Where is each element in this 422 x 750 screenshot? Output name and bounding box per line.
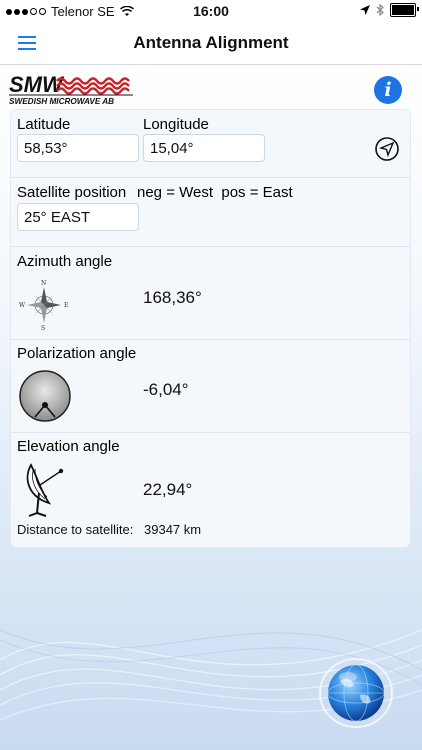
- polarization-value: -6,04°: [143, 380, 189, 399]
- satellite-position-label: Satellite position: [17, 184, 127, 201]
- azimuth-value: 168,36°: [143, 288, 202, 307]
- status-right: [360, 3, 419, 17]
- svg-text:S: S: [41, 325, 45, 330]
- svg-text:E: E: [64, 302, 68, 309]
- distance-label: Distance to satellite:: [17, 522, 134, 537]
- distance-value: 39347 km: [144, 522, 202, 537]
- navigation-bar: Antenna Alignment: [0, 22, 422, 65]
- satellite-position-input[interactable]: 25° EAST: [17, 203, 139, 231]
- latitude-label: Latitude: [17, 116, 71, 133]
- elevation-value: 22,94°: [143, 480, 193, 499]
- status-bar: Telenor SE 16:00: [0, 0, 422, 22]
- location-arrow-icon: [360, 5, 370, 15]
- satellite-dish-icon: [26, 463, 64, 517]
- satellite-position-hint: neg = West pos = East: [137, 184, 293, 201]
- longitude-input[interactable]: 15,04°: [143, 134, 265, 162]
- logo-brand-text: SMW: [9, 72, 65, 97]
- logo-tagline: SWEDISH MICROWAVE AB: [9, 97, 114, 106]
- divider: [11, 339, 410, 340]
- divider: [11, 432, 410, 433]
- latitude-input[interactable]: 58,53°: [17, 134, 139, 162]
- svg-text:N: N: [41, 280, 46, 287]
- info-button[interactable]: i: [374, 76, 402, 104]
- svg-text:W: W: [19, 302, 26, 309]
- page-title: Antenna Alignment: [133, 33, 289, 52]
- compass-rose-icon: N S W E: [19, 280, 68, 330]
- info-icon: i: [384, 79, 392, 101]
- longitude-label: Longitude: [143, 116, 209, 133]
- location-arrow-icon: [378, 141, 395, 158]
- elevation-label: Elevation angle: [17, 438, 120, 455]
- divider: [11, 177, 410, 178]
- dish-front-icon: [19, 370, 71, 422]
- azimuth-label: Azimuth angle: [17, 253, 113, 270]
- polarization-label: Polarization angle: [17, 345, 137, 362]
- smw-logo: SMW SWEDISH MICROWAVE AB: [9, 72, 133, 106]
- status-time: 16:00: [193, 3, 229, 19]
- battery-icon: [390, 3, 419, 17]
- locate-me-button[interactable]: [373, 135, 401, 163]
- divider: [11, 246, 410, 247]
- bluetooth-icon: [376, 4, 384, 16]
- globe-icon: [319, 658, 393, 728]
- alignment-card: Latitude 58,53° Longitude 15,04° Satelli…: [11, 110, 410, 547]
